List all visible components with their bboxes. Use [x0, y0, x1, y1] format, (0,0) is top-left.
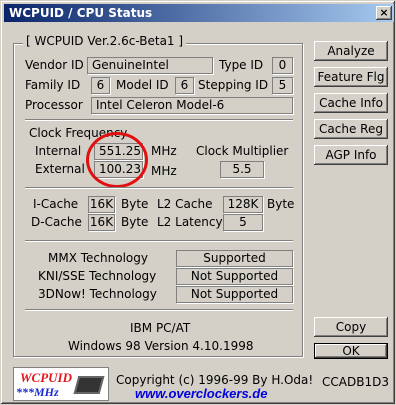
- vendor-id-label: Vendor ID: [25, 58, 84, 72]
- type-id-value: 0: [272, 57, 293, 74]
- stepping-id-value: 5: [272, 77, 293, 94]
- copyright-text: Copyright (c) 1996-99 By H.Oda!: [116, 373, 314, 387]
- os-version-text: Windows 98 Version 4.10.1998: [68, 339, 254, 353]
- cache-reg-button[interactable]: Cache Reg: [314, 119, 388, 139]
- separator-4: [25, 309, 293, 311]
- group-title: [ WCPUID Ver.2.6c-Beta1 ]: [23, 34, 187, 48]
- l2latency-value: 5: [223, 214, 263, 231]
- close-button[interactable]: ×: [376, 6, 392, 20]
- clock-multiplier-value: 5.5: [220, 161, 264, 178]
- family-id-value: 6: [91, 77, 110, 94]
- window-title: WCPUID / CPU Status: [9, 6, 153, 20]
- processor-value: Intel Celeron Model-6: [91, 97, 293, 114]
- 3dnow-value: Not Supported: [176, 286, 293, 303]
- model-id-label: Model ID: [116, 78, 169, 92]
- internal-label: Internal: [35, 144, 82, 158]
- l2cache-label: L2 Cache: [157, 197, 213, 211]
- family-id-label: Family ID: [25, 78, 81, 92]
- cpu-chip-icon: [73, 376, 105, 394]
- logo-subtitle: ***MHz: [16, 385, 59, 399]
- logo-title: WCPUID: [20, 370, 73, 385]
- processor-label: Processor: [25, 98, 83, 112]
- dcache-label: D-Cache: [31, 215, 82, 229]
- sse-value: Not Supported: [176, 268, 293, 285]
- feature-flag-button[interactable]: Feature Flg: [314, 67, 388, 87]
- title-bar[interactable]: WCPUID / CPU Status ×: [4, 4, 394, 22]
- type-id-label: Type ID: [219, 58, 264, 72]
- highlight-oval: [86, 132, 148, 188]
- 3dnow-label: 3DNow! Technology: [38, 287, 157, 301]
- mmx-label: MMX Technology: [48, 251, 148, 265]
- separator-3: [25, 240, 293, 242]
- ok-button[interactable]: OK: [314, 343, 388, 359]
- icache-unit: Byte: [121, 197, 149, 211]
- separator-2: [25, 187, 293, 189]
- sse-label: KNI/SSE Technology: [38, 269, 157, 283]
- copy-button[interactable]: Copy: [314, 317, 388, 337]
- vendor-id-value: GenuineIntel: [87, 57, 213, 74]
- platform-text: IBM PC/AT: [130, 321, 191, 335]
- icache-value: 16K: [88, 196, 115, 213]
- dcache-unit: Byte: [121, 215, 149, 229]
- wcpuid-logo: WCPUID ***MHz: [13, 367, 109, 401]
- clock-multiplier-label: Clock Multiplier: [196, 144, 289, 158]
- wcpuid-window: WCPUID / CPU Status × [ WCPUID Ver.2.6c-…: [0, 0, 396, 405]
- l2latency-label: L2 Latency: [157, 215, 223, 229]
- separator-1: [25, 119, 293, 121]
- stepping-id-label: Stepping ID: [198, 78, 269, 92]
- mmx-value: Supported: [176, 250, 293, 267]
- agp-info-button[interactable]: AGP Info: [314, 145, 388, 165]
- l2cache-unit: Byte: [267, 197, 295, 211]
- dcache-value: 16K: [88, 214, 115, 231]
- cache-info-button[interactable]: Cache Info: [314, 93, 388, 113]
- internal-unit: MHz: [151, 144, 177, 158]
- external-label: External: [35, 162, 85, 176]
- icache-label: I-Cache: [33, 197, 79, 211]
- analyze-button[interactable]: Analyze: [314, 41, 388, 61]
- external-unit: MHz: [151, 164, 177, 178]
- overclockers-link[interactable]: www.overclockers.de: [135, 386, 267, 401]
- close-icon: ×: [379, 6, 389, 19]
- checksum-code: CCADB1D3: [322, 375, 389, 389]
- l2cache-value: 128K: [223, 196, 263, 213]
- model-id-value: 6: [175, 77, 194, 94]
